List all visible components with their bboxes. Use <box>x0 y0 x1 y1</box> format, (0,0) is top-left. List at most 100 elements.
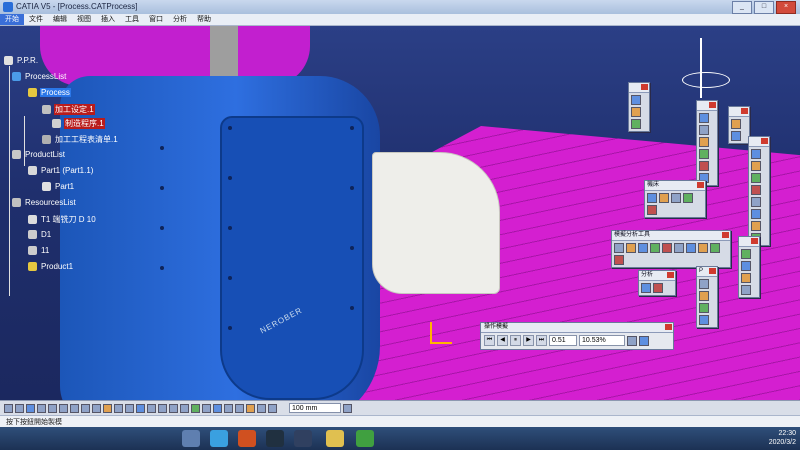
tree-node-process-list[interactable]: ProcessList <box>12 72 67 81</box>
toolbar-icon[interactable] <box>698 243 708 253</box>
close-icon[interactable] <box>751 238 758 244</box>
toolbar-icon[interactable] <box>710 243 720 253</box>
toolbar-icon[interactable] <box>731 131 741 141</box>
toolbar-icon[interactable] <box>639 335 649 346</box>
toolbar-icon[interactable] <box>686 243 696 253</box>
zoom-in-icon[interactable] <box>169 403 178 413</box>
undo-icon[interactable] <box>81 403 90 413</box>
menu-view[interactable]: 视图 <box>72 14 96 25</box>
toolbar-icon[interactable] <box>683 193 693 203</box>
close-icon[interactable] <box>709 268 716 274</box>
close-icon[interactable] <box>641 84 648 90</box>
toolbar-icon[interactable] <box>699 113 709 123</box>
menu-tools[interactable]: 工具 <box>120 14 144 25</box>
toolbar-icon[interactable] <box>114 403 123 413</box>
toolbar-icon[interactable] <box>626 243 636 253</box>
function-icon[interactable] <box>103 403 112 413</box>
tree-node-product[interactable]: Product1 <box>28 262 74 271</box>
toolbar-icon[interactable] <box>751 149 761 159</box>
system-tray-clock[interactable]: 22:30 2020/3/2 <box>769 429 796 447</box>
toolbar-icon[interactable] <box>699 161 709 171</box>
save-icon[interactable] <box>26 403 35 413</box>
toolbar-machine[interactable]: 機床 <box>644 180 706 218</box>
browser-icon[interactable] <box>356 430 374 447</box>
menu-analysis[interactable]: 分析 <box>168 14 192 25</box>
taskbar-app-icon[interactable] <box>238 430 256 447</box>
close-icon[interactable] <box>697 182 704 188</box>
redo-icon[interactable] <box>92 403 101 413</box>
toolbar-icon[interactable] <box>653 283 663 293</box>
tree-node-process[interactable]: Process <box>28 88 71 97</box>
menu-start[interactable]: 开始 <box>0 14 24 25</box>
normal-view-icon[interactable] <box>191 403 200 413</box>
toolbar-icon[interactable] <box>751 173 761 183</box>
toolbar-icon[interactable] <box>751 221 761 231</box>
toolbar-icon[interactable] <box>257 403 266 413</box>
cut-icon[interactable] <box>48 403 57 413</box>
tree-node-11[interactable]: 11 <box>28 246 50 255</box>
toolbar-icon[interactable] <box>631 119 641 129</box>
close-icon[interactable] <box>665 324 672 330</box>
print-icon[interactable] <box>37 403 46 413</box>
toolbar-icon[interactable] <box>125 403 134 413</box>
tree-node-tool[interactable]: T1 端铣刀 D 10 <box>28 214 97 225</box>
menu-help[interactable]: 帮助 <box>192 14 216 25</box>
toolbar-icon[interactable] <box>647 205 657 215</box>
views-icon[interactable] <box>202 403 211 413</box>
tree-node-resources-list[interactable]: ResourcesList <box>12 198 77 207</box>
toolbar-icon[interactable] <box>699 279 709 289</box>
skip-start-button[interactable]: ⏮ <box>484 335 495 346</box>
toolbar-icon[interactable] <box>268 403 277 413</box>
unit-select[interactable]: 100 mm <box>289 403 341 413</box>
tree-node-manufacturing-program[interactable]: 制造程序.1 <box>52 118 105 129</box>
pan-icon[interactable] <box>147 403 156 413</box>
toolbar-icon[interactable] <box>659 193 669 203</box>
toolbar-icon[interactable] <box>699 315 709 325</box>
toolbar-floating-3[interactable] <box>728 106 750 144</box>
toolbar-icon[interactable] <box>741 249 751 259</box>
toolbar-floating-5[interactable] <box>738 236 760 298</box>
rotate-icon[interactable] <box>158 403 167 413</box>
tree-node-d1[interactable]: D1 <box>28 230 52 239</box>
toolbar-icon[interactable] <box>614 255 624 265</box>
skip-end-button[interactable]: ⏭ <box>536 335 547 346</box>
paste-icon[interactable] <box>70 403 79 413</box>
toolbar-icon[interactable] <box>699 125 709 135</box>
close-icon[interactable] <box>667 272 674 278</box>
step-field[interactable]: 0.51 <box>549 335 577 346</box>
toolbar-icon[interactable] <box>741 273 751 283</box>
tree-node-machining-list[interactable]: 加工工程表清单.1 <box>42 134 119 145</box>
toolbar-icon[interactable] <box>699 149 709 159</box>
copy-icon[interactable] <box>59 403 68 413</box>
menu-edit[interactable]: 编辑 <box>48 14 72 25</box>
toolbar-icon[interactable] <box>641 283 651 293</box>
new-icon[interactable] <box>4 403 13 413</box>
toolbar-icon[interactable] <box>731 119 741 129</box>
toolbar-icon[interactable] <box>627 335 637 346</box>
file-explorer-icon[interactable] <box>326 430 344 447</box>
toolbar-floating-1[interactable] <box>628 82 650 132</box>
toolbar-analysis[interactable]: 分析 <box>638 270 676 296</box>
toolbar-icon[interactable] <box>751 209 761 219</box>
toolbar-icon[interactable] <box>751 161 761 171</box>
toolbar-floating-4[interactable] <box>748 136 770 246</box>
menu-window[interactable]: 窗口 <box>144 14 168 25</box>
percent-field[interactable]: 10.53% <box>579 335 625 346</box>
toolbar-icon[interactable] <box>638 243 648 253</box>
tree-node-ppr[interactable]: P.P.R. <box>4 56 39 65</box>
taskbar-app-icon[interactable] <box>210 430 228 447</box>
tree-node-product-list[interactable]: ProductList <box>12 150 66 159</box>
toolbar-icon[interactable] <box>699 303 709 313</box>
menu-insert[interactable]: 插入 <box>96 14 120 25</box>
toolbar-icon[interactable] <box>647 193 657 203</box>
swap-visible-icon[interactable] <box>235 403 244 413</box>
close-icon[interactable] <box>709 102 716 108</box>
toolbar-floating-2[interactable] <box>696 100 718 186</box>
toolbar-icon[interactable] <box>650 243 660 253</box>
toolbar-p[interactable]: P <box>696 266 718 328</box>
toolbar-icon[interactable] <box>614 243 624 253</box>
compass-icon[interactable] <box>682 38 752 98</box>
menu-file[interactable]: 文件 <box>24 14 48 25</box>
toolbar-icon[interactable] <box>631 107 641 117</box>
toolbar-analysis-tools[interactable]: 模擬分析工具 <box>611 230 731 268</box>
